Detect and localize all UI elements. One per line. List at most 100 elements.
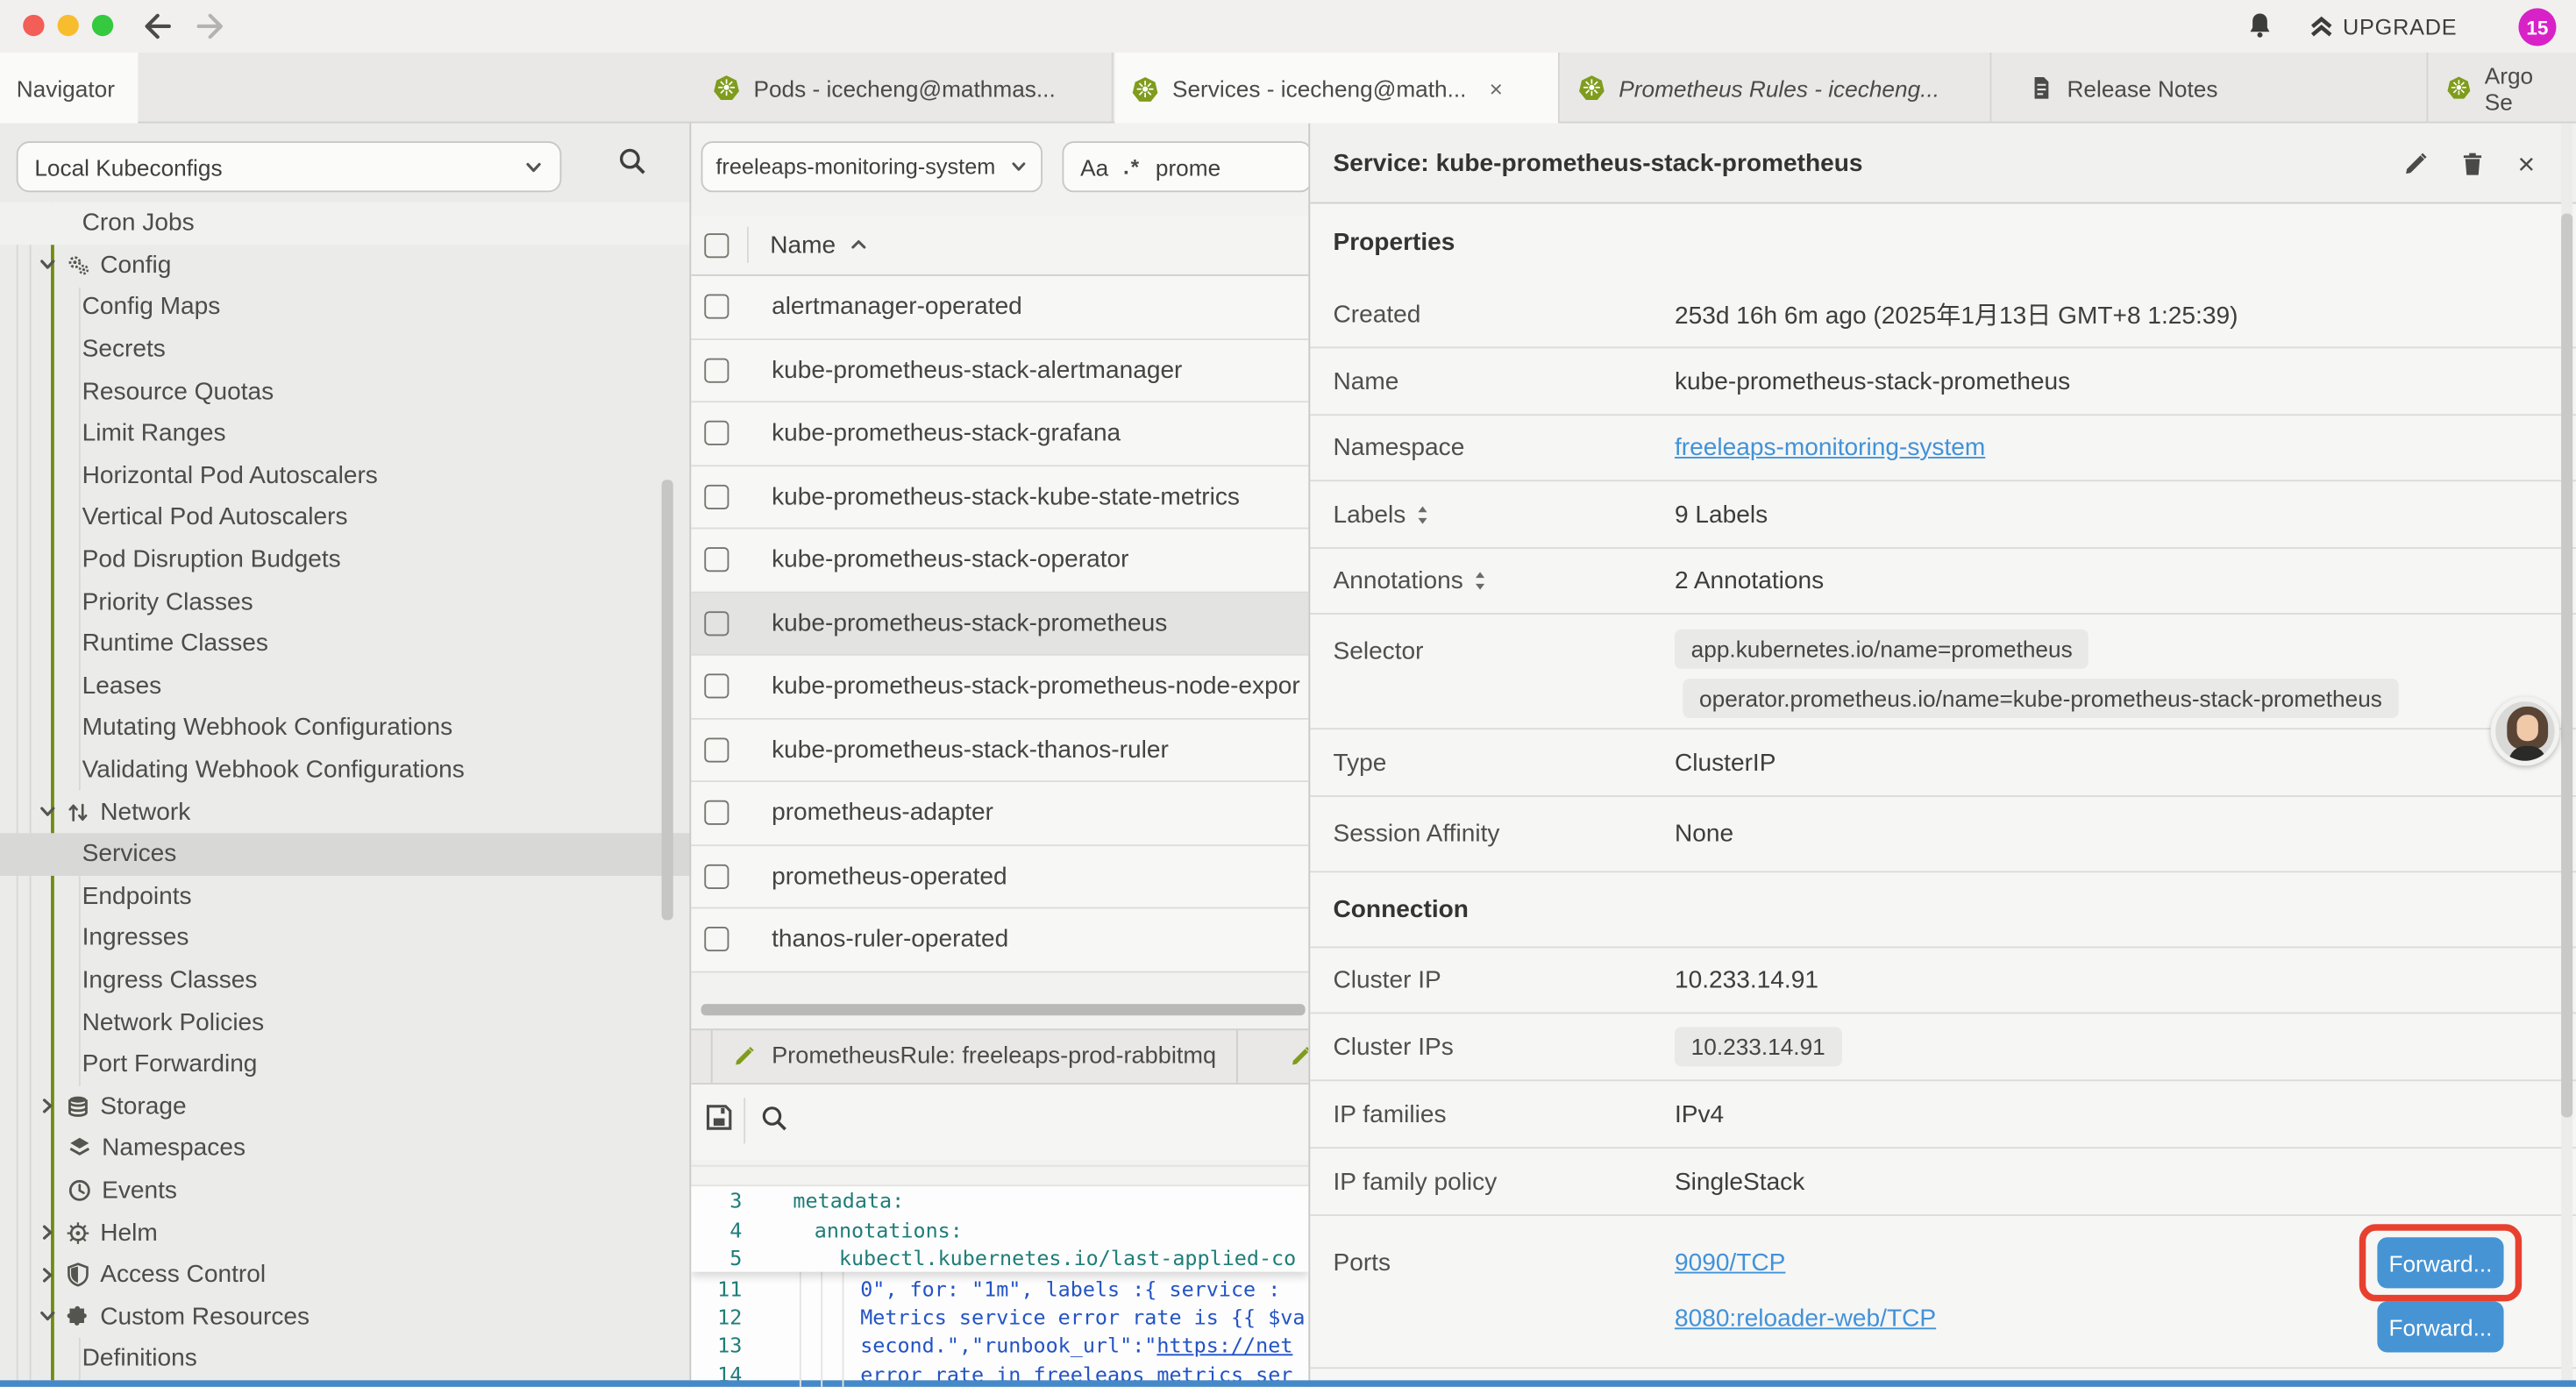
sort-updown-icon[interactable] [1415,503,1430,524]
sidebar-item-resource-quotas[interactable]: Resource Quotas [0,370,691,412]
sort-updown-icon[interactable] [1473,570,1488,591]
tab-pods[interactable]: Pods - icecheng@mathmas... [696,53,1114,124]
row-checkbox[interactable] [704,548,729,573]
row-checkbox[interactable] [704,611,729,636]
namespace-link[interactable]: freeleaps-monitoring-system [1675,434,1985,462]
table-row[interactable]: kube-prometheus-stack-grafana [691,402,1308,466]
sidebar-search-icon[interactable] [617,146,647,176]
forward-button-8080[interactable]: Forward... [2377,1301,2503,1352]
table-row-selected[interactable]: kube-prometheus-stack-prometheus [691,593,1308,656]
code-line: 13 second.","runbook_url":" https://net [691,1331,1308,1360]
sidebar-item-leases[interactable]: Leases [0,665,691,707]
sidebar-item-namespaces[interactable]: Namespaces [0,1127,691,1170]
save-icon[interactable] [704,1103,734,1133]
tab-argo[interactable]: Argo Se [2430,53,2576,124]
select-all-checkbox[interactable] [704,232,729,257]
match-case-icon[interactable]: Aa [1080,153,1108,180]
tab-services[interactable]: Services - icecheng@math... × [1114,53,1559,124]
table-row[interactable]: kube-prometheus-stack-thanos-ruler [691,719,1308,782]
notifications-bell-icon[interactable] [2246,11,2274,41]
editor-tab-partial[interactable] [1279,1030,1309,1083]
row-checkbox[interactable] [704,864,729,888]
namespace-select[interactable]: freeleaps-monitoring-system [701,141,1042,192]
editor-tab-prometheusrule[interactable]: PrometheusRule: freeleaps-prod-rabbitmq [711,1030,1238,1083]
table-row[interactable]: kube-prometheus-stack-operator [691,529,1308,592]
sidebar-group-helm[interactable]: Helm [0,1212,691,1254]
upgrade-button[interactable]: UPGRADE [2309,10,2458,42]
sidebar-item-vertical-pod-autoscalers[interactable]: Vertical Pod Autoscalers [0,496,691,538]
sidebar-group-access-control[interactable]: Access Control [0,1254,691,1296]
kubeconfig-select[interactable]: Local Kubeconfigs [17,141,562,192]
delete-trash-icon[interactable] [2460,150,2487,176]
sidebar-item-config-maps[interactable]: Config Maps [0,286,691,328]
property-row-cluster-ips: Cluster IPs 10.233.14.91 [1310,1014,2576,1081]
user-avatar[interactable] [2491,697,2560,766]
property-row-annotations: Annotations 2 Annotations [1310,549,2576,615]
sidebar-item-ingresses[interactable]: Ingresses [0,917,691,959]
name-column-header[interactable]: Name [770,231,836,259]
sidebar-item-validating-webhook-configurations[interactable]: Validating Webhook Configurations [0,749,691,791]
yaml-editor[interactable]: 11 0", for: "1m", labels :{ service : 12… [691,1186,1308,1387]
sidebar-item-endpoints[interactable]: Endpoints [0,875,691,917]
row-checkbox[interactable] [704,421,729,445]
table-row[interactable]: kube-prometheus-stack-alertmanager [691,339,1308,402]
edit-pencil-icon[interactable] [2402,150,2429,176]
sidebar-group-network[interactable]: Network [0,791,691,833]
sidebar-group-custom-resources[interactable]: Custom Resources [0,1296,691,1338]
sidebar-group-config[interactable]: Config [0,244,691,286]
property-row-namespace: Namespace freeleaps-monitoring-system [1310,416,2576,481]
sidebar-item-mutating-webhook-configurations[interactable]: Mutating Webhook Configurations [0,707,691,749]
close-icon[interactable]: × [2517,150,2535,176]
sidebar-item-ingress-classes[interactable]: Ingress Classes [0,959,691,1001]
table-row[interactable]: kube-prometheus-stack-prometheus-node-ex… [691,656,1308,719]
notification-count-badge[interactable]: 15 [2518,8,2556,46]
sidebar-item-definitions[interactable]: Definitions [0,1338,691,1380]
port-link-8080[interactable]: 8080:reloader-web/TCP [1675,1305,1936,1333]
tab-prometheus-rules[interactable]: Prometheus Rules - icecheng... [1562,53,1992,124]
window-close-button[interactable] [23,15,44,36]
back-button[interactable] [141,10,177,42]
sidebar-item-port-forwarding[interactable]: Port Forwarding [0,1043,691,1085]
row-checkbox[interactable] [704,674,729,699]
horizontal-scrollbar-thumb[interactable] [701,1004,1306,1015]
editor-search-icon[interactable] [760,1104,788,1134]
runbook-url-link[interactable]: https://net [1156,1333,1292,1357]
sidebar-item-network-policies[interactable]: Network Policies [0,1001,691,1043]
panel-scrollbar-thumb[interactable] [2561,214,2572,1118]
sidebar-item-cron-jobs[interactable]: Cron Jobs [0,203,691,245]
sidebar-group-storage[interactable]: Storage [0,1085,691,1127]
filter-input[interactable]: Aa .* prome [1063,141,1309,192]
sidebar-item-secrets[interactable]: Secrets [0,328,691,370]
tab-close-icon[interactable]: × [1490,75,1503,102]
row-checkbox[interactable] [704,295,729,319]
sidebar-item-services[interactable]: Services [0,833,691,875]
window-minimize-button[interactable] [58,15,79,36]
sidebar-item-events[interactable]: Events [0,1170,691,1212]
sort-ascending-icon[interactable] [849,235,868,254]
sidebar-item-pod-disruption-budgets[interactable]: Pod Disruption Budgets [0,538,691,580]
sidebar-item-limit-ranges[interactable]: Limit Ranges [0,412,691,454]
regex-icon[interactable]: .* [1123,154,1141,179]
sidebar-scrollbar[interactable] [662,480,673,920]
property-row-session-affinity: Session Affinity None [1310,797,2576,872]
table-row[interactable]: alertmanager-operated [691,276,1308,339]
tab-release-notes[interactable]: Release Notes [1993,53,2428,124]
port-link-9090[interactable]: 9090/TCP [1675,1248,1785,1277]
row-checkbox[interactable] [704,928,729,952]
sidebar-item-horizontal-pod-autoscalers[interactable]: Horizontal Pod Autoscalers [0,454,691,496]
code-line: 4 annotations: [691,1215,1308,1244]
section-properties: Properties [1310,203,2576,281]
sidebar-item-runtime-classes[interactable]: Runtime Classes [0,622,691,665]
table-row[interactable]: prometheus-adapter [691,782,1308,845]
table-row[interactable]: kube-prometheus-stack-kube-state-metrics [691,466,1308,529]
row-checkbox[interactable] [704,800,729,825]
table-row[interactable]: prometheus-operated [691,845,1308,908]
row-checkbox[interactable] [704,358,729,382]
row-checkbox[interactable] [704,484,729,509]
sidebar-item-priority-classes[interactable]: Priority Classes [0,580,691,622]
row-checkbox[interactable] [704,737,729,762]
forward-button[interactable] [194,10,230,42]
window-zoom-button[interactable] [92,15,113,36]
tab-navigator[interactable]: Navigator [0,53,138,124]
table-row[interactable]: thanos-ruler-operated [691,908,1308,971]
